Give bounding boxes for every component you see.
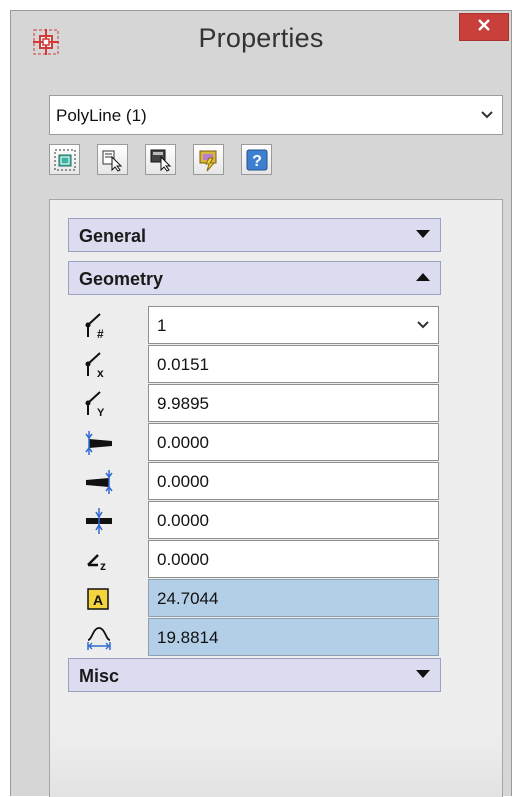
start-segment-width-icon (84, 428, 114, 458)
svg-text:x: x (97, 366, 104, 380)
elevation-icon: z (84, 545, 114, 575)
property-row-vertex-x: x 0.0151 (68, 345, 441, 384)
toggle-pickadd-button[interactable] (193, 144, 224, 175)
quick-select-button[interactable] (49, 144, 80, 175)
property-row-global-width: 0.0000 (68, 501, 441, 540)
object-type-value: PolyLine (1) (56, 106, 147, 125)
title-bar[interactable]: Properties (11, 11, 511, 75)
property-row-length: 19.8814 (68, 618, 441, 657)
area-value-field[interactable]: 24.7044 (148, 579, 439, 617)
window-title: Properties (198, 23, 324, 53)
section-misc[interactable]: Misc (68, 658, 441, 692)
svg-text:z: z (100, 559, 106, 573)
length-value: 19.8814 (157, 628, 219, 647)
property-row-current-vertex: # 1 (68, 306, 441, 345)
section-general[interactable]: General (68, 218, 441, 252)
section-misc-label: Misc (79, 666, 120, 686)
end-segment-width-input[interactable]: 0.0000 (148, 462, 439, 500)
bottom-fade (50, 737, 502, 797)
expand-arrow-icon[interactable] (416, 273, 430, 281)
vertex-x-icon: x (84, 350, 114, 380)
current-vertex-select[interactable]: 1 (148, 306, 439, 344)
start-segment-width-value: 0.0000 (157, 433, 209, 452)
collapse-arrow-icon[interactable] (416, 230, 430, 238)
global-width-value: 0.0000 (157, 511, 209, 530)
end-segment-width-value: 0.0000 (157, 472, 209, 491)
property-row-end-width: 0.0000 (68, 462, 441, 501)
pick-add-button[interactable] (145, 144, 176, 175)
section-geometry-label: Geometry (79, 269, 164, 289)
properties-window: Properties PolyLine (1) ? General Geomet… (10, 10, 512, 797)
svg-text:#: # (97, 327, 104, 341)
area-icon: A (84, 584, 114, 614)
area-value: 24.7044 (157, 589, 219, 608)
section-geometry[interactable]: Geometry (68, 261, 441, 295)
object-type-select[interactable]: PolyLine (1) (49, 95, 503, 135)
select-objects-button[interactable] (97, 144, 128, 175)
global-width-input[interactable]: 0.0000 (148, 501, 439, 539)
svg-text:?: ? (252, 153, 262, 170)
vertex-y-input[interactable]: 9.9895 (148, 384, 439, 422)
current-vertex-icon: # (84, 311, 114, 341)
property-row-area: A 24.7044 (68, 579, 441, 618)
chevron-down-icon[interactable] (408, 307, 438, 343)
start-segment-width-input[interactable]: 0.0000 (148, 423, 439, 461)
property-row-elevation: z 0.0000 (68, 540, 441, 579)
section-general-label: General (79, 226, 147, 246)
help-button[interactable]: ? (241, 144, 272, 175)
current-vertex-value: 1 (157, 316, 167, 335)
properties-panel: General Geometry # 1 x 0.0151 Y 9.9895 0… (49, 199, 503, 797)
svg-text:A: A (93, 592, 103, 608)
vertex-y-value: 9.9895 (157, 394, 209, 413)
vertex-y-icon: Y (84, 389, 114, 419)
close-icon (477, 18, 491, 37)
vertex-x-input[interactable]: 0.0151 (148, 345, 439, 383)
collapse-arrow-icon[interactable] (416, 670, 430, 678)
svg-text:Y: Y (97, 407, 105, 419)
end-segment-width-icon (84, 467, 114, 497)
vertex-x-value: 0.0151 (157, 355, 209, 374)
elevation-value: 0.0000 (157, 550, 209, 569)
property-row-start-width: 0.0000 (68, 423, 441, 462)
property-row-vertex-y: Y 9.9895 (68, 384, 441, 423)
chevron-down-icon[interactable] (472, 96, 502, 134)
close-button[interactable] (459, 13, 509, 41)
global-width-icon (84, 506, 114, 536)
elevation-input[interactable]: 0.0000 (148, 540, 439, 578)
length-value-field[interactable]: 19.8814 (148, 618, 439, 656)
length-icon (84, 623, 114, 653)
